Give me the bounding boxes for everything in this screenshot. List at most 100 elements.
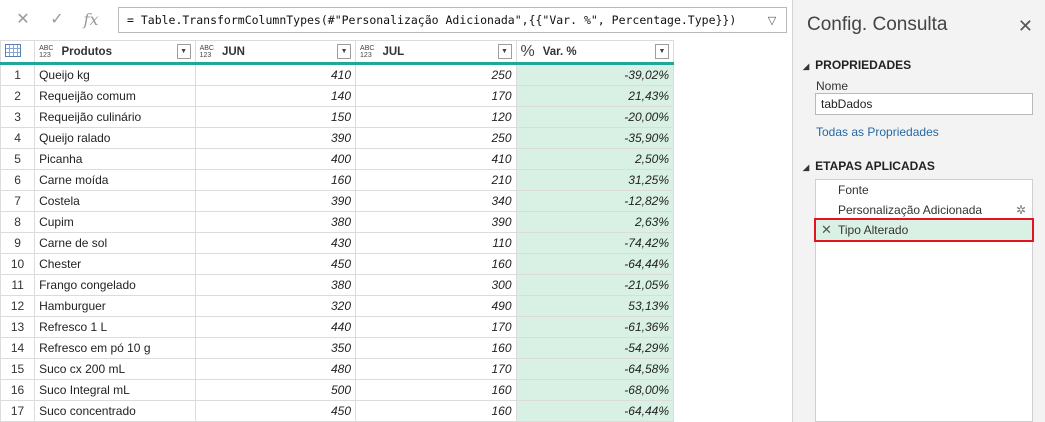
row-number[interactable]: 4 bbox=[0, 127, 36, 149]
cell-produto[interactable]: Suco concentrado bbox=[34, 400, 196, 422]
table-menu-button[interactable] bbox=[0, 40, 36, 65]
fx-icon[interactable]: fx bbox=[74, 8, 108, 30]
cell-jun[interactable]: 350 bbox=[194, 337, 357, 359]
cell-jul[interactable]: 170 bbox=[355, 85, 517, 107]
cell-jul[interactable]: 110 bbox=[355, 232, 517, 254]
row-number[interactable]: 11 bbox=[0, 274, 36, 296]
collapse-triangle-icon[interactable]: ◢ bbox=[803, 62, 809, 71]
cell-jun[interactable]: 500 bbox=[194, 379, 357, 401]
cell-produto[interactable]: Chester bbox=[34, 253, 196, 275]
cell-jul[interactable]: 160 bbox=[355, 379, 517, 401]
cell-jul[interactable]: 250 bbox=[355, 127, 517, 149]
cell-produto[interactable]: Carne de sol bbox=[34, 232, 196, 254]
table-row[interactable]: 17 Suco concentrado 450 160 -64,44% bbox=[0, 400, 674, 422]
table-row[interactable]: 10 Chester 450 160 -64,44% bbox=[0, 253, 674, 275]
cell-jun[interactable]: 390 bbox=[194, 127, 357, 149]
formula-input[interactable]: = Table.TransformColumnTypes(#"Personali… bbox=[118, 7, 787, 33]
cell-var[interactable]: -64,44% bbox=[515, 400, 674, 422]
delete-step-icon[interactable]: ✕ bbox=[821, 220, 832, 240]
row-number[interactable]: 13 bbox=[0, 316, 36, 338]
cell-produto[interactable]: Carne moída bbox=[34, 169, 196, 191]
cell-jul[interactable]: 160 bbox=[355, 253, 517, 275]
column-header-produtos[interactable]: ABC 123 Produtos ▼ bbox=[34, 40, 196, 65]
cell-jun[interactable]: 450 bbox=[194, 400, 357, 422]
cell-jun[interactable]: 440 bbox=[194, 316, 357, 338]
cell-var[interactable]: -74,42% bbox=[515, 232, 674, 254]
cell-jun[interactable]: 150 bbox=[194, 106, 357, 128]
column-header-jul[interactable]: ABC 123 JUL ▼ bbox=[355, 40, 517, 65]
table-row[interactable]: 15 Suco cx 200 mL 480 170 -64,58% bbox=[0, 358, 674, 380]
any-type-icon[interactable]: ABC 123 bbox=[200, 45, 214, 59]
filter-dropdown-icon[interactable]: ▼ bbox=[176, 44, 191, 59]
cell-jun[interactable]: 160 bbox=[194, 169, 357, 191]
cell-jun[interactable]: 410 bbox=[194, 63, 357, 86]
cell-produto[interactable]: Queijo ralado bbox=[34, 127, 196, 149]
cell-var[interactable]: 53,13% bbox=[515, 295, 674, 317]
cell-produto[interactable]: Refresco em pó 10 g bbox=[34, 337, 196, 359]
cell-jun[interactable]: 480 bbox=[194, 358, 357, 380]
cell-jul[interactable]: 390 bbox=[355, 211, 517, 233]
cell-jun[interactable]: 380 bbox=[194, 274, 357, 296]
step-personalizacao[interactable]: Personalização Adicionada ✲ bbox=[816, 200, 1032, 220]
column-header-var[interactable]: % Var. % ▼ bbox=[515, 40, 674, 65]
gear-icon[interactable]: ✲ bbox=[1016, 200, 1026, 220]
cell-var[interactable]: -12,82% bbox=[515, 190, 674, 212]
cell-jun[interactable]: 390 bbox=[194, 190, 357, 212]
cell-produto[interactable]: Suco Integral mL bbox=[34, 379, 196, 401]
cell-var[interactable]: -64,58% bbox=[515, 358, 674, 380]
cell-jul[interactable]: 210 bbox=[355, 169, 517, 191]
filter-dropdown-icon[interactable]: ▼ bbox=[497, 44, 512, 59]
table-row[interactable]: 4 Queijo ralado 390 250 -35,90% bbox=[0, 127, 674, 149]
check-icon[interactable]: ✓ bbox=[40, 8, 74, 30]
row-number[interactable]: 16 bbox=[0, 379, 36, 401]
cell-produto[interactable]: Costela bbox=[34, 190, 196, 212]
cell-jun[interactable]: 430 bbox=[194, 232, 357, 254]
cell-jul[interactable]: 160 bbox=[355, 337, 517, 359]
table-row[interactable]: 13 Refresco 1 L 440 170 -61,36% bbox=[0, 316, 674, 338]
row-number[interactable]: 17 bbox=[0, 400, 36, 422]
column-header-jun[interactable]: ABC 123 JUN ▼ bbox=[194, 40, 357, 65]
cell-produto[interactable]: Refresco 1 L bbox=[34, 316, 196, 338]
row-number[interactable]: 15 bbox=[0, 358, 36, 380]
cell-jun[interactable]: 400 bbox=[194, 148, 357, 170]
close-icon[interactable]: ✕ bbox=[1018, 16, 1033, 37]
row-number[interactable]: 6 bbox=[0, 169, 36, 191]
row-number[interactable]: 14 bbox=[0, 337, 36, 359]
filter-dropdown-icon[interactable]: ▼ bbox=[655, 44, 669, 59]
cell-produto[interactable]: Cupim bbox=[34, 211, 196, 233]
row-number[interactable]: 2 bbox=[0, 85, 36, 107]
table-row[interactable]: 6 Carne moída 160 210 31,25% bbox=[0, 169, 674, 191]
properties-section[interactable]: ◢ PROPRIEDADES bbox=[803, 58, 911, 72]
cell-jun[interactable]: 140 bbox=[194, 85, 357, 107]
cell-jun[interactable]: 320 bbox=[194, 295, 357, 317]
cell-jun[interactable]: 450 bbox=[194, 253, 357, 275]
table-row[interactable]: 9 Carne de sol 430 110 -74,42% bbox=[0, 232, 674, 254]
row-number[interactable]: 12 bbox=[0, 295, 36, 317]
query-name-input[interactable]: tabDados bbox=[815, 93, 1033, 115]
cell-produto[interactable]: Queijo kg bbox=[34, 63, 196, 86]
cell-produto[interactable]: Suco cx 200 mL bbox=[34, 358, 196, 380]
cell-jul[interactable]: 170 bbox=[355, 358, 517, 380]
cell-var[interactable]: -64,44% bbox=[515, 253, 674, 275]
table-row[interactable]: 12 Hamburguer 320 490 53,13% bbox=[0, 295, 674, 317]
row-number[interactable]: 10 bbox=[0, 253, 36, 275]
cell-var[interactable]: 2,63% bbox=[515, 211, 674, 233]
row-number[interactable]: 5 bbox=[0, 148, 36, 170]
cell-produto[interactable]: Hamburguer bbox=[34, 295, 196, 317]
cell-produto[interactable]: Requeijão culinário bbox=[34, 106, 196, 128]
row-number[interactable]: 7 bbox=[0, 190, 36, 212]
cell-var[interactable]: -20,00% bbox=[515, 106, 674, 128]
step-tipo-alterado[interactable]: ✕ Tipo Alterado bbox=[814, 218, 1034, 242]
table-row[interactable]: 11 Frango congelado 380 300 -21,05% bbox=[0, 274, 674, 296]
cell-jul[interactable]: 160 bbox=[355, 400, 517, 422]
cell-var[interactable]: -68,00% bbox=[515, 379, 674, 401]
cell-var[interactable]: 31,25% bbox=[515, 169, 674, 191]
table-row[interactable]: 1 Queijo kg 410 250 -39,02% bbox=[0, 63, 674, 86]
any-type-icon[interactable]: ABC 123 bbox=[360, 45, 374, 59]
cell-produto[interactable]: Requeijão comum bbox=[34, 85, 196, 107]
table-row[interactable]: 2 Requeijão comum 140 170 21,43% bbox=[0, 85, 674, 107]
formula-text[interactable]: = Table.TransformColumnTypes(#"Personali… bbox=[127, 13, 736, 27]
cell-jul[interactable]: 340 bbox=[355, 190, 517, 212]
row-number[interactable]: 8 bbox=[0, 211, 36, 233]
row-number[interactable]: 1 bbox=[0, 63, 36, 86]
